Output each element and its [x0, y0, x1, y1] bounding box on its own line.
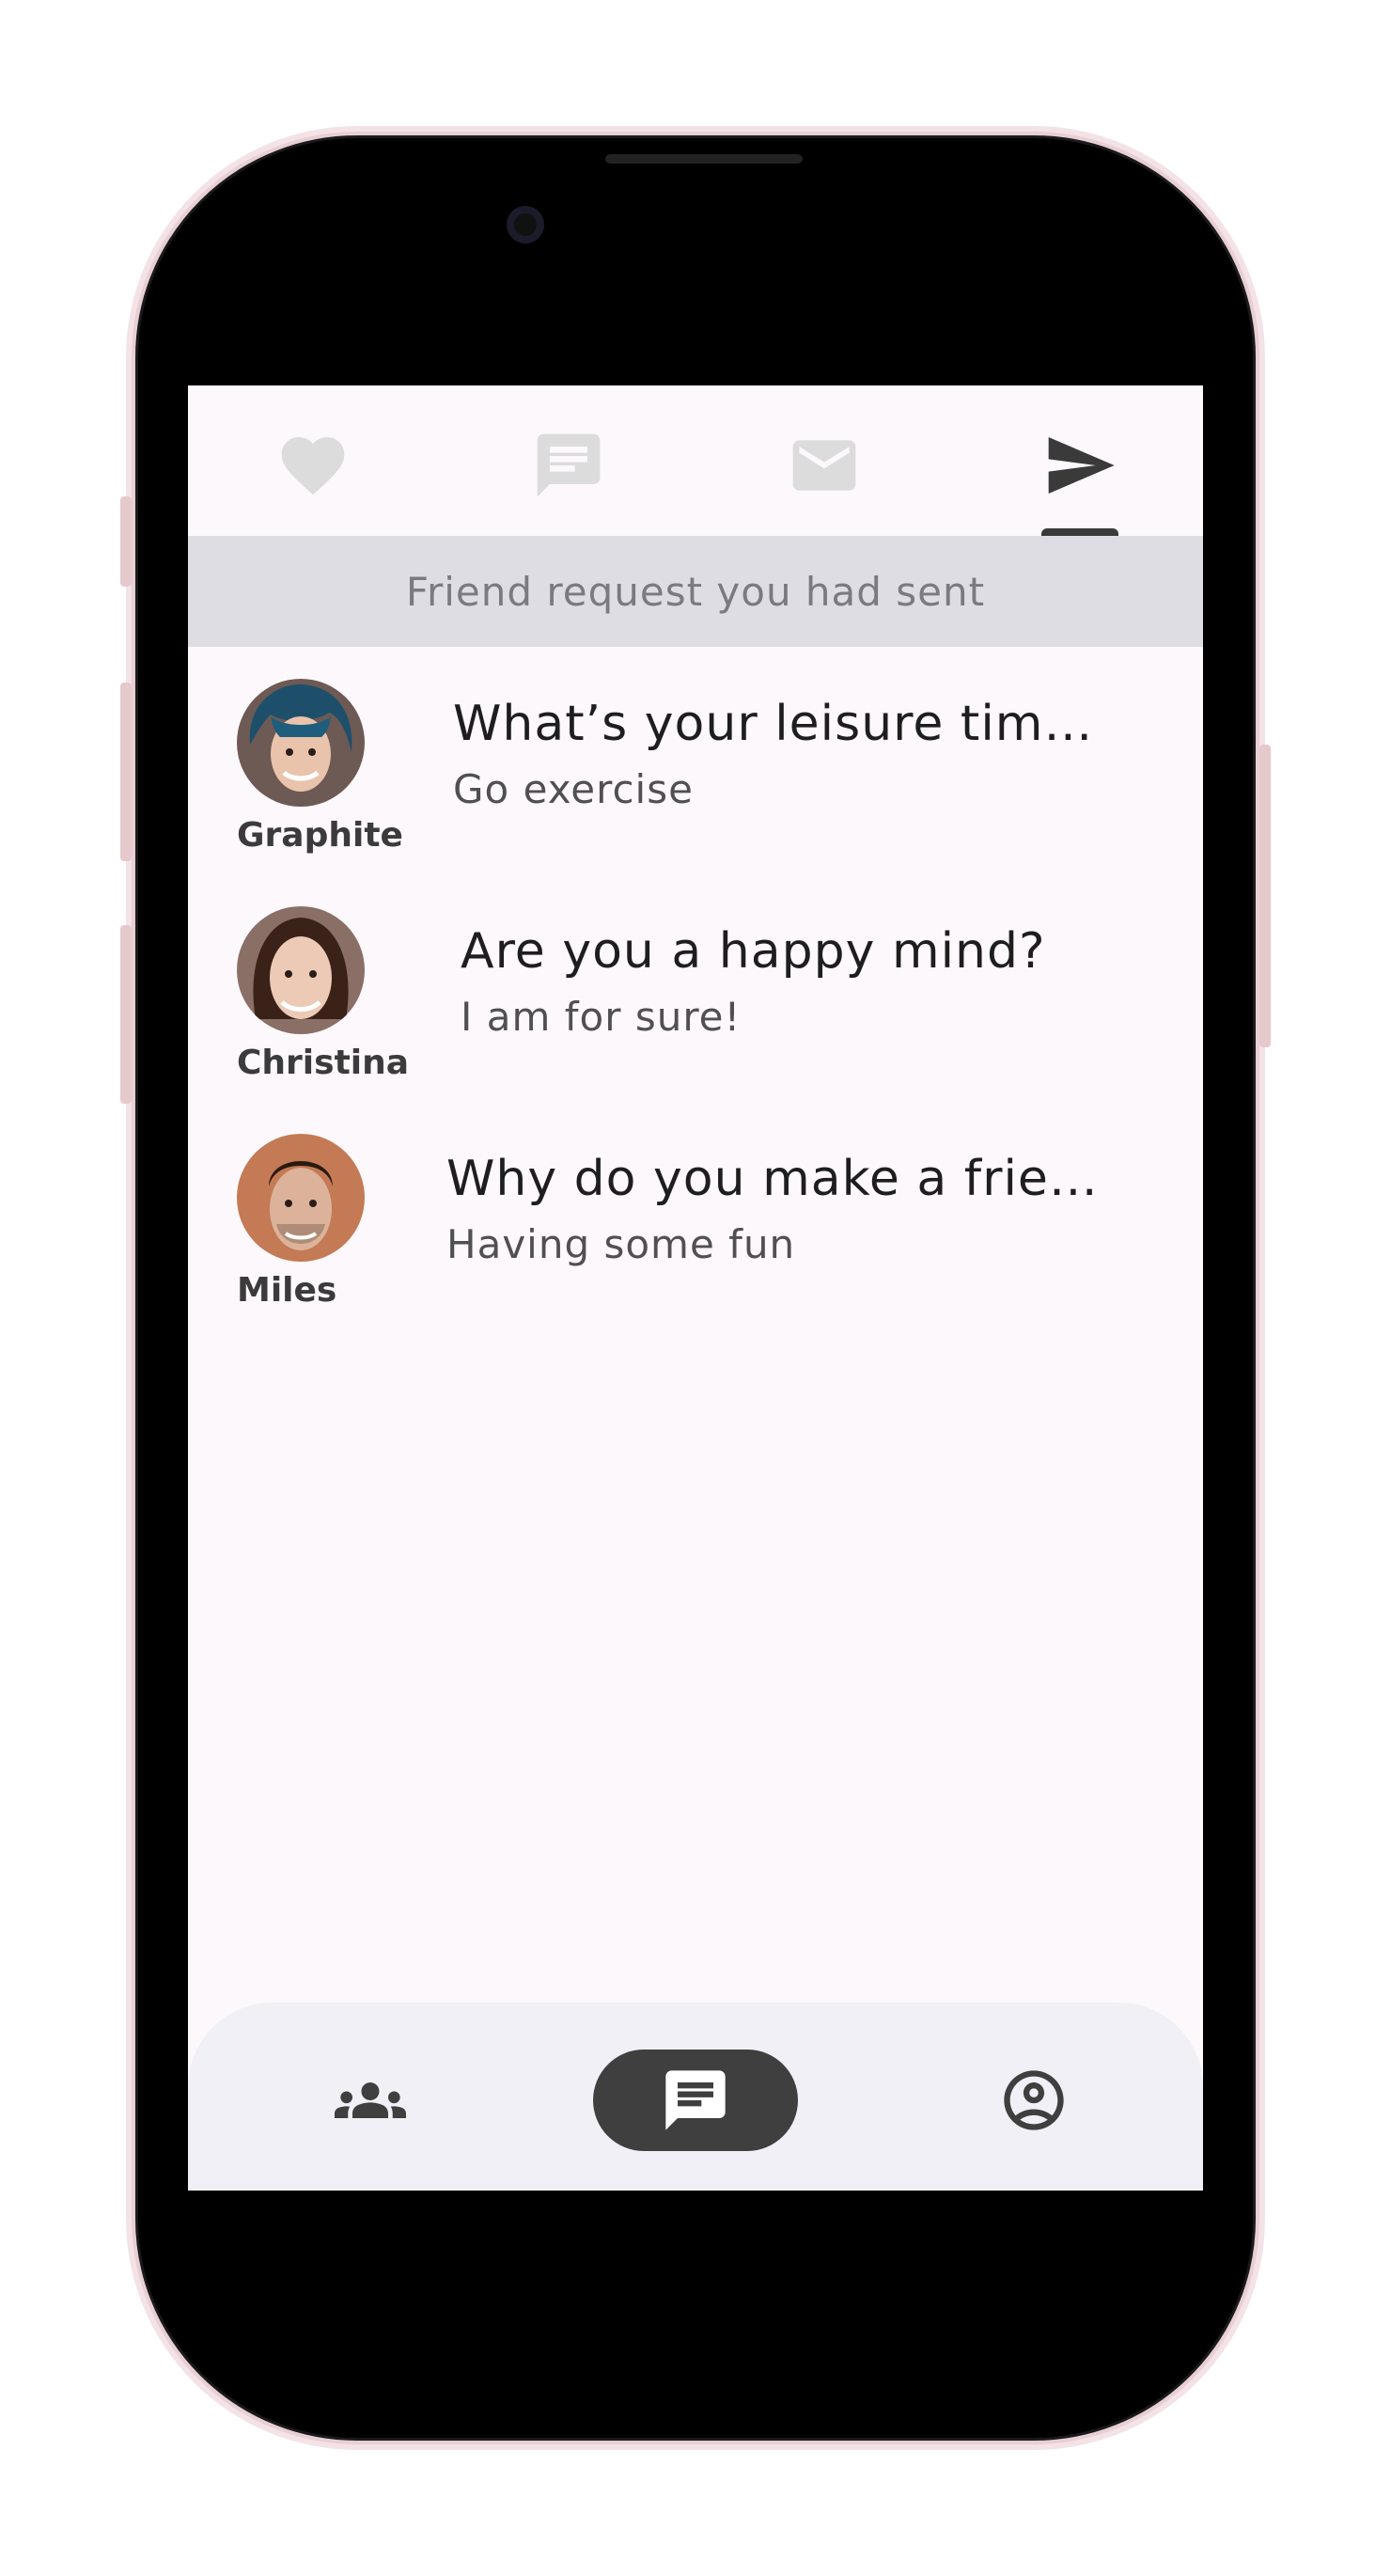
heart-icon — [281, 437, 345, 495]
message-subtitle: I am for sure! — [461, 994, 742, 1040]
message-title: Why do you make a frie… — [446, 1151, 1099, 1207]
send-icon — [1048, 437, 1115, 494]
app-screen: Friend request you had sent Graphite Wha… — [188, 385, 1203, 2191]
nav-friends[interactable] — [320, 2050, 421, 2151]
message-subtitle: Go exercise — [453, 766, 694, 812]
power-button — [1259, 745, 1271, 1047]
avatar — [237, 1134, 365, 1262]
top-tab-bar — [188, 385, 1203, 538]
contact-name: Miles — [237, 1271, 337, 1310]
list-item[interactable]: Christina Are you a happy mind? I am for… — [188, 895, 1203, 1102]
account-circle-icon — [1004, 2070, 1064, 2130]
message-title: Are you a happy mind? — [461, 923, 1046, 980]
mail-icon — [792, 440, 856, 491]
volume-up-button — [120, 683, 132, 861]
tab-messages[interactable] — [517, 414, 620, 517]
list-item[interactable]: Miles Why do you make a frie… Having som… — [188, 1123, 1203, 1329]
message-title: What’s your leisure tim… — [453, 696, 1094, 752]
camera-icon — [507, 206, 544, 243]
tab-likes[interactable] — [261, 414, 365, 517]
mute-switch — [120, 496, 132, 587]
chat-icon — [537, 433, 601, 497]
speaker — [605, 154, 803, 164]
volume-down-button — [120, 925, 132, 1104]
message-subtitle: Having some fun — [446, 1221, 796, 1267]
chat-icon — [665, 2070, 726, 2130]
nav-profile[interactable] — [983, 2050, 1085, 2151]
section-banner: Friend request you had sent — [188, 536, 1203, 647]
avatar — [237, 906, 365, 1034]
tab-mail[interactable] — [773, 414, 876, 517]
avatar — [237, 679, 365, 807]
nav-chats[interactable] — [593, 2050, 798, 2151]
contact-name: Christina — [237, 1044, 410, 1082]
tab-sent[interactable] — [1028, 414, 1132, 517]
bottom-navigation — [188, 2003, 1203, 2191]
list-item[interactable]: Graphite What’s your leisure tim… Go exe… — [188, 668, 1203, 874]
contact-name: Graphite — [237, 816, 403, 855]
people-icon — [335, 2082, 406, 2118]
